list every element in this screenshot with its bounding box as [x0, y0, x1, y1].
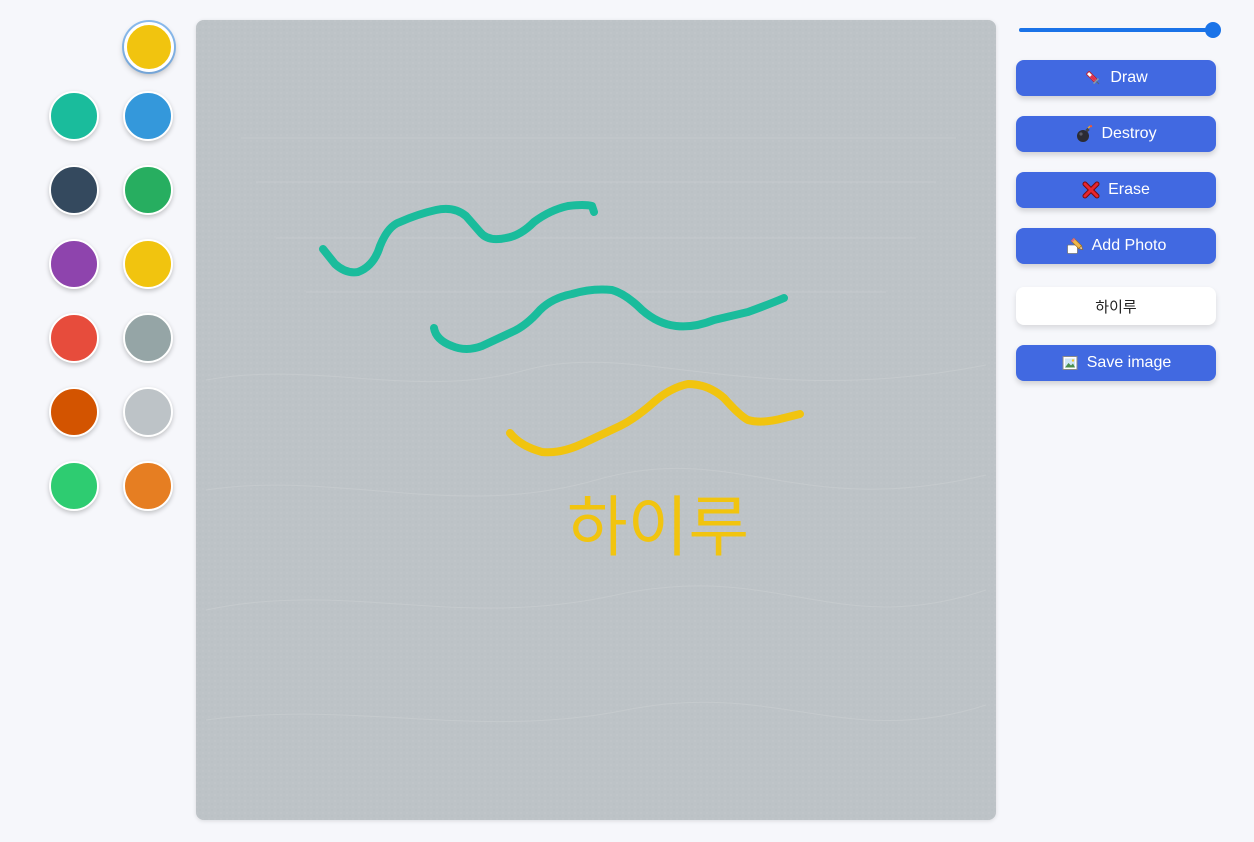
save-image-button[interactable]: Save image — [1016, 345, 1216, 381]
canvas-surface: 하이루 — [196, 20, 996, 820]
framed-picture-icon — [1061, 354, 1079, 372]
slider-fill — [1019, 28, 1213, 32]
syringe-icon — [1084, 69, 1102, 87]
erase-button-label: Erase — [1108, 181, 1150, 198]
destroy-button-label: Destroy — [1101, 125, 1157, 142]
canvas-text-input[interactable] — [1016, 287, 1216, 325]
slider-thumb[interactable] — [1205, 22, 1221, 38]
color-swatch[interactable] — [49, 165, 99, 215]
destroy-button[interactable]: Destroy — [1016, 116, 1216, 152]
pencil-paper-icon — [1066, 237, 1084, 255]
color-swatch[interactable] — [49, 239, 99, 289]
color-swatch[interactable] — [49, 387, 99, 437]
color-swatch[interactable] — [123, 91, 173, 141]
color-swatch[interactable] — [123, 461, 173, 511]
color-swatch[interactable] — [123, 239, 173, 289]
bomb-icon — [1075, 125, 1093, 143]
cross-mark-icon — [1082, 181, 1100, 199]
color-swatch[interactable] — [49, 91, 99, 141]
add-photo-button-label: Add Photo — [1091, 237, 1167, 254]
color-swatch[interactable] — [124, 22, 174, 72]
color-swatch[interactable] — [123, 313, 173, 363]
draw-button-label: Draw — [1110, 69, 1148, 86]
color-palette — [0, 0, 190, 842]
color-swatch[interactable] — [49, 461, 99, 511]
canvas-text-label: 하이루 — [567, 489, 749, 566]
draw-button[interactable]: Draw — [1016, 60, 1216, 96]
drawing-canvas[interactable]: 하이루 — [196, 20, 996, 820]
color-swatch[interactable] — [123, 387, 173, 437]
erase-button[interactable]: Erase — [1016, 172, 1216, 208]
color-swatch[interactable] — [49, 313, 99, 363]
color-swatch[interactable] — [123, 165, 173, 215]
canvas-background — [196, 20, 996, 820]
brush-size-slider[interactable] — [1019, 22, 1221, 38]
add-photo-button[interactable]: Add Photo — [1016, 228, 1216, 264]
save-image-button-label: Save image — [1086, 354, 1172, 371]
